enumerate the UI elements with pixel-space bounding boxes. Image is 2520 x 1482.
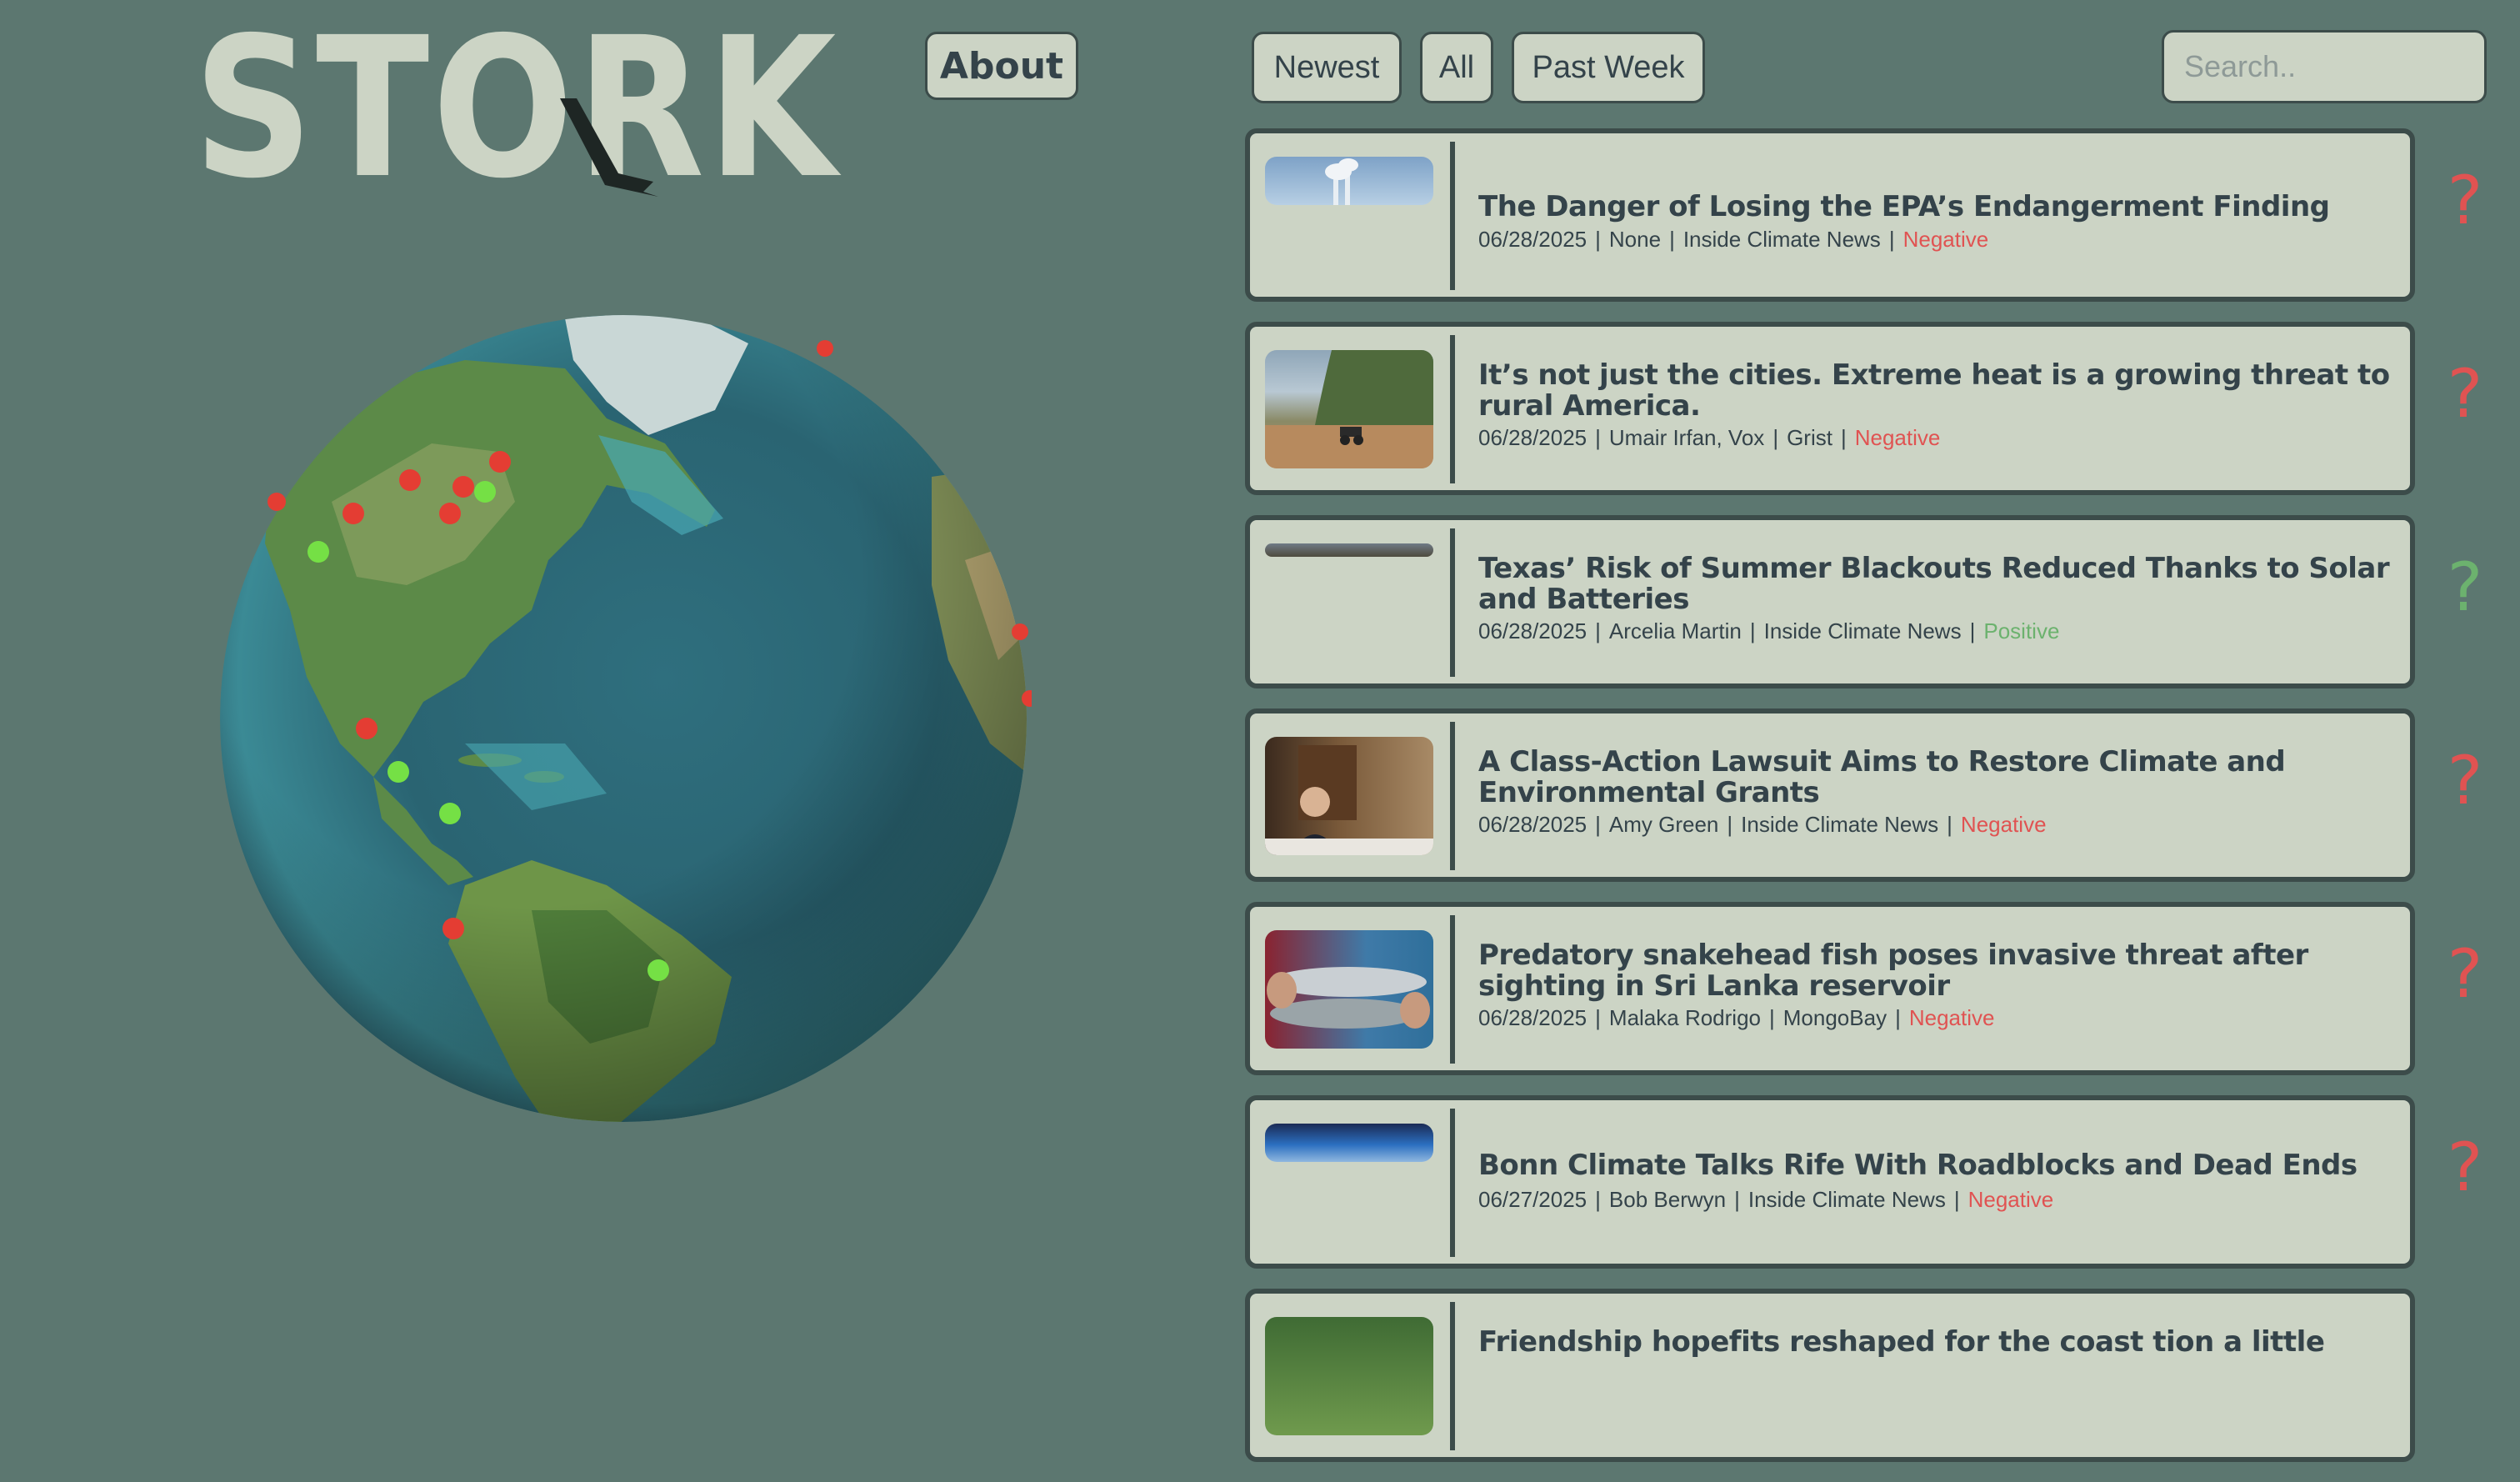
filter-newest-button[interactable]: Newest bbox=[1252, 32, 1402, 103]
article-sentiment: Negative bbox=[1908, 1005, 1995, 1030]
article-sentiment: Positive bbox=[1983, 618, 2060, 643]
marker-negative[interactable] bbox=[442, 918, 464, 939]
article-author: Amy Green bbox=[1608, 812, 1719, 837]
filter-past-week-button[interactable]: Past Week bbox=[1512, 32, 1705, 103]
globe-map[interactable] bbox=[215, 310, 1032, 1127]
article-title[interactable]: The Danger of Losing the EPA’s Endangerm… bbox=[1478, 192, 2390, 223]
article-source: Inside Climate News bbox=[1682, 227, 1881, 252]
article-sentiment: Negative bbox=[1968, 1187, 2054, 1212]
sentiment-question-icon[interactable]: ? bbox=[2423, 1130, 2507, 1205]
article-date: 06/28/2025 bbox=[1478, 227, 1588, 252]
article-author: Bob Berwyn bbox=[1608, 1187, 1727, 1212]
sentiment-question-icon[interactable]: ? bbox=[2423, 163, 2507, 238]
article-thumbnail bbox=[1265, 1124, 1433, 1162]
article-title[interactable]: Texas’ Risk of Summer Blackouts Reduced … bbox=[1478, 553, 2390, 615]
stork-beak-icon bbox=[560, 98, 658, 197]
article-item[interactable]: Predatory snakehead fish poses invasive … bbox=[1245, 902, 2520, 1095]
article-author: Umair Irfan, Vox bbox=[1608, 425, 1765, 450]
article-item[interactable]: Texas’ Risk of Summer Blackouts Reduced … bbox=[1245, 515, 2520, 708]
marker-negative[interactable] bbox=[399, 469, 421, 491]
marker-negative[interactable] bbox=[489, 451, 511, 473]
article-thumbnail bbox=[1265, 543, 1433, 557]
sentiment-question-icon[interactable]: ? bbox=[2423, 937, 2507, 1012]
article-source: Inside Climate News bbox=[1763, 618, 1962, 643]
article-item[interactable]: It’s not just the cities. Extreme heat i… bbox=[1245, 322, 2520, 515]
article-card[interactable]: Predatory snakehead fish poses invasive … bbox=[1245, 902, 2415, 1075]
article-thumbnail bbox=[1265, 930, 1433, 1049]
sentiment-question-icon[interactable]: ? bbox=[2423, 744, 2507, 819]
marker-positive[interactable] bbox=[474, 481, 496, 503]
article-item[interactable]: The Danger of Losing the EPA’s Endangerm… bbox=[1245, 128, 2520, 322]
article-title[interactable]: Friendship hopefits reshaped for the coa… bbox=[1478, 1327, 2390, 1358]
card-divider bbox=[1450, 335, 1455, 483]
article-meta: 06/28/2025 | Arcelia Martin | Inside Climate… bbox=[1478, 618, 2060, 643]
article-card[interactable]: Friendship hopefits reshaped for the coa… bbox=[1245, 1289, 2415, 1462]
marker-positive[interactable] bbox=[648, 959, 669, 981]
marker-positive[interactable] bbox=[308, 541, 329, 563]
article-title[interactable]: It’s not just the cities. Extreme heat i… bbox=[1478, 360, 2390, 422]
marker-negative[interactable] bbox=[342, 503, 364, 524]
article-sentiment: Negative bbox=[1960, 812, 2047, 837]
article-date: 06/28/2025 bbox=[1478, 425, 1588, 450]
article-card[interactable]: A Class-Action Lawsuit Aims to Restore C… bbox=[1245, 708, 2415, 882]
article-date: 06/28/2025 bbox=[1478, 812, 1588, 837]
marker-negative[interactable] bbox=[268, 493, 286, 511]
article-card[interactable]: Texas’ Risk of Summer Blackouts Reduced … bbox=[1245, 515, 2415, 688]
article-source: Inside Climate News bbox=[1741, 812, 1939, 837]
search-input[interactable] bbox=[2162, 30, 2487, 103]
article-thumbnail bbox=[1265, 350, 1433, 468]
marker-negative[interactable] bbox=[817, 340, 833, 357]
article-source: Inside Climate News bbox=[1748, 1187, 1946, 1212]
card-divider bbox=[1450, 1109, 1455, 1257]
marker-positive[interactable] bbox=[388, 761, 409, 783]
card-divider bbox=[1450, 1302, 1455, 1450]
card-divider bbox=[1450, 528, 1455, 677]
sentiment-question-icon[interactable]: ? bbox=[2423, 550, 2507, 625]
marker-negative[interactable] bbox=[1012, 623, 1028, 640]
article-feed: The Danger of Losing the EPA’s Endangerm… bbox=[1245, 128, 2520, 1482]
article-date: 06/28/2025 bbox=[1478, 1005, 1588, 1030]
about-button[interactable]: About bbox=[925, 32, 1078, 100]
sentiment-question-icon[interactable]: ? bbox=[2423, 357, 2507, 432]
article-item[interactable]: Bonn Climate Talks Rife With Roadblocks … bbox=[1245, 1095, 2520, 1289]
article-meta: 06/27/2025 | Bob Berwyn | Inside Climate New… bbox=[1478, 1187, 2054, 1212]
article-thumbnail bbox=[1265, 1317, 1433, 1435]
card-divider bbox=[1450, 915, 1455, 1064]
stork-logo: STORK bbox=[193, 0, 839, 221]
article-author: None bbox=[1608, 227, 1662, 252]
card-divider bbox=[1450, 142, 1455, 290]
article-thumbnail bbox=[1265, 157, 1433, 205]
article-sentiment: Negative bbox=[1902, 227, 1989, 252]
article-card[interactable]: It’s not just the cities. Extreme heat i… bbox=[1245, 322, 2415, 495]
article-date: 06/28/2025 bbox=[1478, 618, 1588, 643]
article-meta: 06/28/2025 | None | Inside Climate News | Nega… bbox=[1478, 227, 1989, 252]
filter-all-button[interactable]: All bbox=[1420, 32, 1493, 103]
article-item[interactable]: Friendship hopefits reshaped for the coa… bbox=[1245, 1289, 2520, 1482]
marker-negative[interactable] bbox=[452, 476, 474, 498]
article-meta: 06/28/2025 | Umair Irfan, Vox | Grist | Negati… bbox=[1478, 425, 1941, 450]
marker-negative[interactable] bbox=[356, 718, 378, 739]
article-title[interactable]: Predatory snakehead fish poses invasive … bbox=[1478, 940, 2390, 1002]
article-author: Arcelia Martin bbox=[1608, 618, 1742, 643]
article-title[interactable]: Bonn Climate Talks Rife With Roadblocks … bbox=[1478, 1150, 2390, 1181]
article-meta: 06/28/2025 | Amy Green | Inside Climate News… bbox=[1478, 812, 2047, 837]
article-source: Grist bbox=[1787, 425, 1832, 450]
article-author: Malaka Rodrigo bbox=[1608, 1005, 1761, 1030]
article-thumbnail bbox=[1265, 737, 1433, 855]
article-item[interactable]: A Class-Action Lawsuit Aims to Restore C… bbox=[1245, 708, 2520, 902]
article-card[interactable]: Bonn Climate Talks Rife With Roadblocks … bbox=[1245, 1095, 2415, 1269]
article-card[interactable]: The Danger of Losing the EPA’s Endangerm… bbox=[1245, 128, 2415, 302]
article-meta: 06/28/2025 | Malaka Rodrigo | MongoBay | Negat… bbox=[1478, 1005, 1995, 1030]
article-source: MongoBay bbox=[1782, 1005, 1888, 1030]
marker-positive[interactable] bbox=[439, 803, 461, 824]
article-sentiment: Negative bbox=[1854, 425, 1941, 450]
marker-negative[interactable] bbox=[439, 503, 461, 524]
article-title[interactable]: A Class-Action Lawsuit Aims to Restore C… bbox=[1478, 747, 2390, 809]
globe-surface bbox=[220, 315, 1027, 1122]
article-date: 06/27/2025 bbox=[1478, 1187, 1588, 1212]
card-divider bbox=[1450, 722, 1455, 870]
